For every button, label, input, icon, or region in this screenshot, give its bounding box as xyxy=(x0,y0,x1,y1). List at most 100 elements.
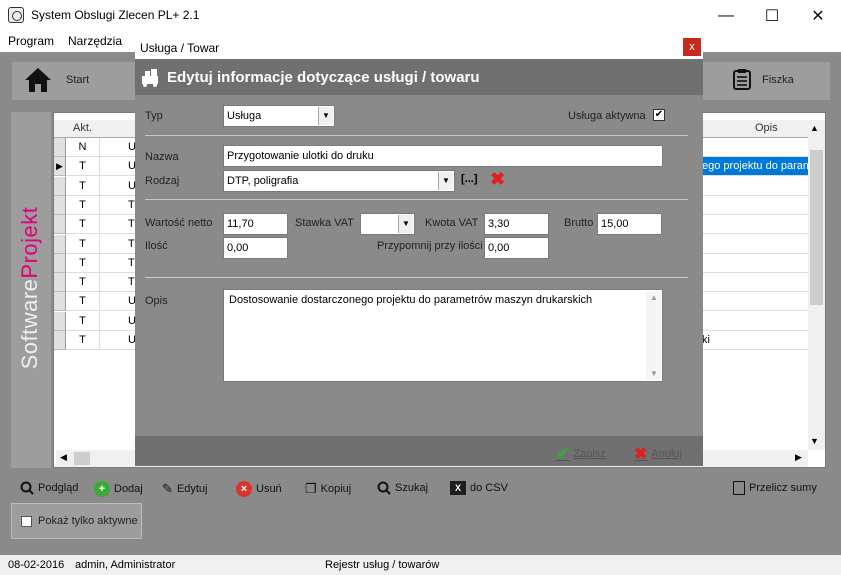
cell-nazwa[interactable]: T xyxy=(100,235,140,254)
cell-opis[interactable] xyxy=(702,312,808,331)
kopiuj-button[interactable]: ❐ Kopiuj xyxy=(305,481,351,497)
row-selector[interactable] xyxy=(54,273,66,292)
grid-horizontal-scroll-thumb[interactable] xyxy=(74,452,90,465)
przypomnij-input[interactable]: 0,00 xyxy=(484,237,549,259)
cell-akt[interactable]: T xyxy=(66,254,100,273)
dodaj-label: Dodaj xyxy=(114,483,143,495)
window-title: System Obslugi Zlecen PL+ 2.1 xyxy=(31,8,200,22)
chevron-down-icon[interactable]: ▼ xyxy=(398,215,413,233)
rodzaj-select[interactable]: DTP, poligrafia ▼ xyxy=(223,170,455,192)
cell-akt[interactable]: N xyxy=(66,138,100,157)
cell-akt[interactable]: T xyxy=(66,331,100,350)
cell-akt[interactable]: T xyxy=(66,235,100,254)
anuluj-button[interactable]: ✖ Anuluj xyxy=(634,444,682,464)
row-selector[interactable] xyxy=(54,312,66,331)
scroll-down-icon[interactable]: ▼ xyxy=(810,436,819,446)
stawka-select[interactable]: ▼ xyxy=(360,213,415,235)
cell-opis[interactable] xyxy=(702,292,808,311)
cell-opis[interactable] xyxy=(702,138,808,157)
cell-nazwa[interactable]: U xyxy=(100,138,140,157)
scroll-right-icon[interactable]: ▶ xyxy=(795,452,802,463)
row-selector[interactable] xyxy=(54,292,66,311)
wartosc-input[interactable]: 11,70 xyxy=(223,213,288,235)
opis-scrollbar[interactable] xyxy=(646,291,661,380)
usun-button[interactable]: × Usuń xyxy=(236,481,282,497)
clipboard-icon[interactable] xyxy=(733,68,751,90)
separator xyxy=(145,135,688,136)
dialog-close-button[interactable]: x xyxy=(683,38,701,56)
row-selector[interactable] xyxy=(54,177,66,196)
opis-textarea[interactable]: Dostosowanie dostarczonego projektu do p… xyxy=(223,289,663,382)
row-selector[interactable] xyxy=(54,215,66,234)
cell-nazwa[interactable]: T xyxy=(100,273,140,292)
scroll-up-icon[interactable]: ▲ xyxy=(650,293,658,302)
cell-opis[interactable] xyxy=(702,196,808,215)
cell-akt[interactable]: T xyxy=(66,312,100,331)
scroll-down-icon[interactable]: ▼ xyxy=(650,369,658,378)
clear-rodzaj-icon[interactable]: ✖ xyxy=(490,169,505,190)
cell-nazwa[interactable]: U xyxy=(100,292,140,311)
typ-select[interactable]: Usługa ▼ xyxy=(223,105,335,127)
maximize-button[interactable]: ☐ xyxy=(749,0,795,32)
anuluj-label: Anuluj xyxy=(651,448,682,460)
row-selector[interactable] xyxy=(54,331,66,350)
nazwa-input[interactable]: Przygotowanie ulotki do druku xyxy=(223,145,663,167)
copy-icon: ❐ xyxy=(305,481,317,496)
cell-nazwa[interactable]: T xyxy=(100,254,140,273)
cell-opis[interactable] xyxy=(702,273,808,292)
cell-akt[interactable]: T xyxy=(66,177,100,196)
cell-nazwa[interactable]: U xyxy=(100,157,140,176)
cell-nazwa[interactable]: T xyxy=(100,215,140,234)
cell-opis[interactable] xyxy=(702,177,808,196)
zapisz-button[interactable]: ✔ Zapisz xyxy=(556,444,606,464)
cell-opis[interactable]: ego projektu do paramet xyxy=(702,157,808,176)
column-akt-header[interactable]: Akt. xyxy=(73,122,92,134)
szukaj-button[interactable]: Szukaj xyxy=(377,481,428,495)
row-selector[interactable] xyxy=(54,235,66,254)
cell-opis[interactable] xyxy=(702,215,808,234)
cell-opis[interactable]: ki xyxy=(702,331,808,350)
cell-nazwa[interactable]: U xyxy=(100,312,140,331)
rodzaj-browse-button[interactable]: [...] xyxy=(461,173,478,185)
calculator-icon xyxy=(733,481,745,495)
menu-program[interactable]: Program xyxy=(8,34,54,48)
scroll-up-icon[interactable]: ▲ xyxy=(810,123,819,133)
cell-akt[interactable]: T xyxy=(66,157,100,176)
cell-nazwa[interactable]: U xyxy=(100,331,140,350)
grid-vertical-scroll-thumb[interactable] xyxy=(810,150,823,305)
scroll-left-icon[interactable]: ◀ xyxy=(60,452,67,463)
home-icon[interactable] xyxy=(24,66,52,94)
cell-nazwa[interactable]: T xyxy=(100,196,140,215)
cell-akt[interactable]: T xyxy=(66,273,100,292)
cell-nazwa[interactable]: U xyxy=(100,177,140,196)
dodaj-button[interactable]: + Dodaj xyxy=(94,481,143,497)
aktywna-checkbox[interactable]: ✔ xyxy=(653,109,665,121)
row-selector[interactable] xyxy=(54,196,66,215)
chevron-down-icon[interactable]: ▼ xyxy=(438,172,453,190)
start-button-label[interactable]: Start xyxy=(66,74,89,86)
brutto-input[interactable]: 15,00 xyxy=(597,213,662,235)
row-selector[interactable] xyxy=(54,254,66,273)
cell-opis[interactable] xyxy=(702,254,808,273)
cell-akt[interactable]: T xyxy=(66,292,100,311)
row-selector[interactable] xyxy=(54,138,66,157)
menu-narzedzia[interactable]: Narzędzia xyxy=(68,34,122,48)
chevron-down-icon[interactable]: ▼ xyxy=(318,107,333,125)
cell-akt[interactable]: T xyxy=(66,215,100,234)
close-button[interactable]: ✕ xyxy=(795,0,841,32)
csv-button[interactable]: X do CSV xyxy=(450,481,508,495)
column-opis-header[interactable]: Opis xyxy=(755,122,778,134)
active-only-checkbox[interactable] xyxy=(21,516,32,527)
ilosc-label: Ilość xyxy=(145,240,168,252)
podglad-button[interactable]: Podgląd xyxy=(20,481,78,495)
kwota-input[interactable]: 3,30 xyxy=(484,213,549,235)
typ-value: Usługa xyxy=(227,110,262,122)
przelicz-button[interactable]: Przelicz sumy xyxy=(733,481,817,495)
cell-akt[interactable]: T xyxy=(66,196,100,215)
edytuj-button[interactable]: ✎ Edytuj xyxy=(162,481,207,497)
minimize-button[interactable]: — xyxy=(703,0,749,32)
fiszka-button-label[interactable]: Fiszka xyxy=(762,74,794,86)
cell-opis[interactable] xyxy=(702,235,808,254)
row-selector[interactable]: ▶ xyxy=(54,157,66,176)
ilosc-input[interactable]: 0,00 xyxy=(223,237,288,259)
